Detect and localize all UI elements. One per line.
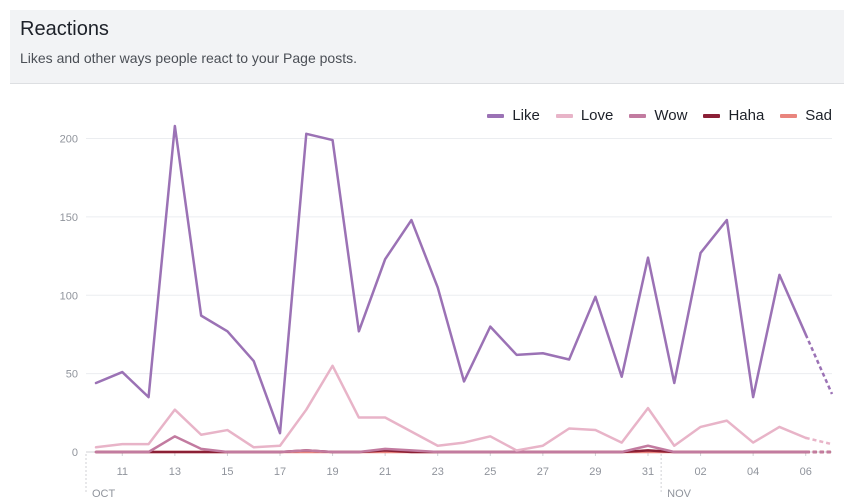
reactions-line-chart: 0 50 100 150 200 11 13 15 17 19 21 23 25 27 29 31 02 04 06… bbox=[60, 124, 834, 498]
series-partial-segment-love bbox=[805, 436, 833, 446]
x-tick-label: 23 bbox=[432, 466, 444, 478]
x-tick-label: 17 bbox=[274, 466, 286, 478]
x-tick-label: 15 bbox=[221, 466, 233, 478]
x-tick-label: 04 bbox=[747, 466, 759, 478]
y-tick-label: 100 bbox=[60, 290, 78, 302]
x-tick-label: 21 bbox=[379, 466, 391, 478]
y-tick-label: 0 bbox=[72, 447, 78, 459]
x-tick-label: 29 bbox=[589, 466, 601, 478]
series-line-like bbox=[94, 124, 807, 435]
x-tick-label: 25 bbox=[484, 466, 496, 478]
y-tick-label: 200 bbox=[60, 134, 78, 146]
y-tick-label: 150 bbox=[60, 212, 78, 224]
x-tick-label: 27 bbox=[537, 466, 549, 478]
y-tick-label: 50 bbox=[66, 369, 78, 381]
x-tick-label: 11 bbox=[117, 466, 128, 478]
x-tick-label: 19 bbox=[326, 466, 338, 478]
x-tick-label: 06 bbox=[800, 466, 812, 478]
month-label: NOV bbox=[667, 488, 692, 498]
series-line-love bbox=[94, 364, 807, 452]
series-partial-segment-like bbox=[804, 333, 834, 395]
x-tick-label: 31 bbox=[642, 466, 654, 478]
x-tick-label: 13 bbox=[169, 466, 181, 478]
x-tick-label: 02 bbox=[694, 466, 706, 478]
month-label: OCT bbox=[92, 488, 116, 498]
